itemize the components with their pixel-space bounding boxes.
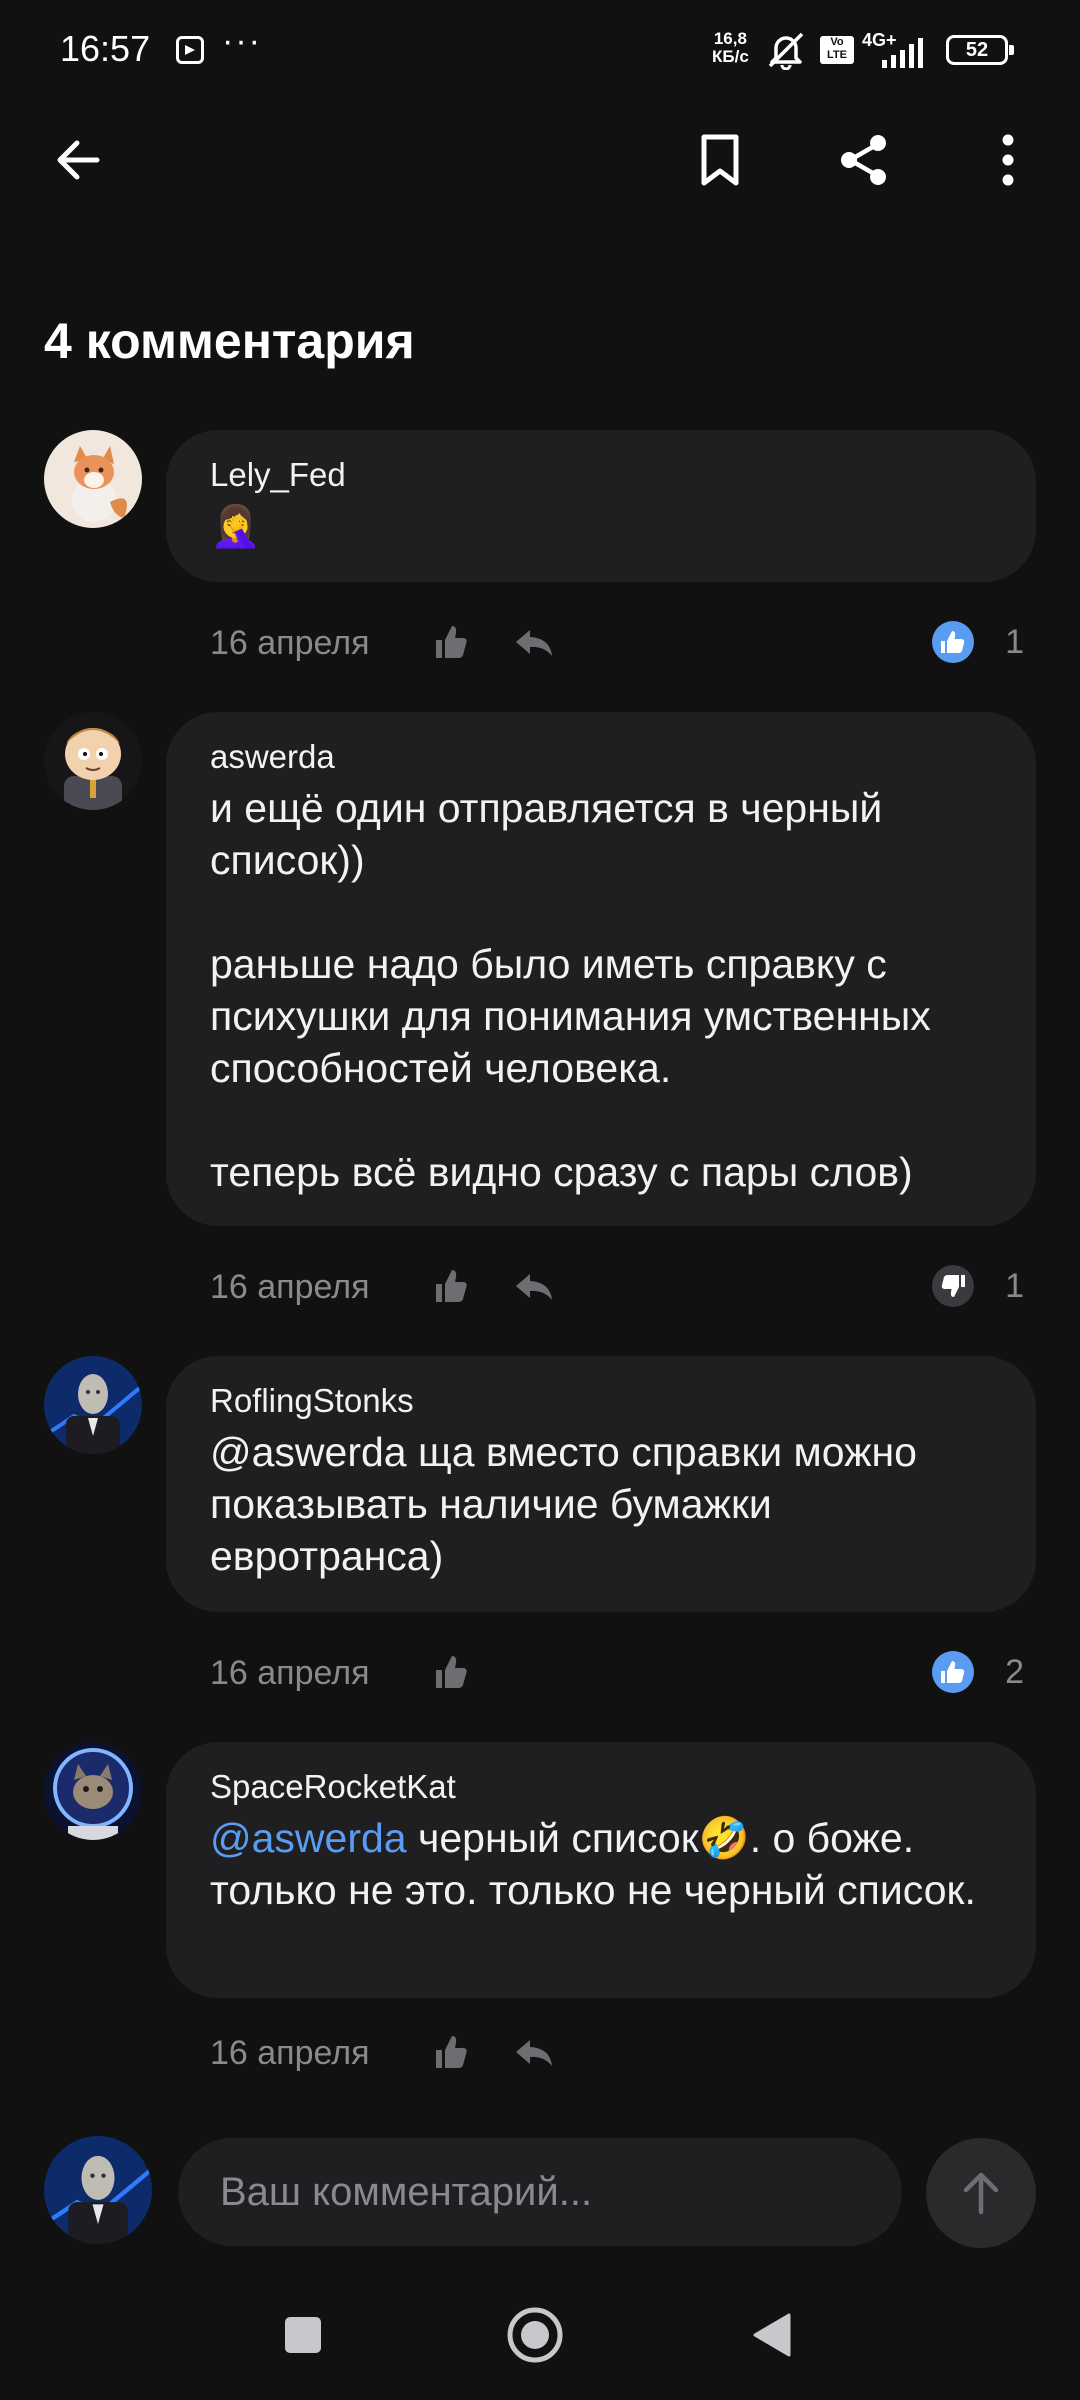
comment-composer [0, 2130, 1080, 2260]
reply-icon[interactable] [512, 620, 556, 664]
triangle-back-icon [753, 2313, 791, 2357]
comment-author[interactable]: RoflingStonks [210, 1382, 992, 1420]
home-circle-icon [507, 2307, 563, 2363]
telegram-notification-icon [176, 36, 204, 64]
bookmark-button[interactable] [690, 130, 750, 190]
recents-button[interactable] [268, 2300, 338, 2370]
home-button[interactable] [500, 2300, 570, 2370]
avatar [44, 2136, 152, 2244]
more-options-button[interactable] [978, 130, 1038, 190]
comment-text: и ещё один отправляется в черный список)… [210, 785, 931, 1195]
dislike-filled-icon [932, 1265, 975, 1307]
cartoon-avatar-image [44, 712, 142, 810]
like-button[interactable] [428, 2030, 472, 2074]
volte-icon: Vo LTE [820, 36, 854, 64]
comment-bubble: Lely_Fed 🤦‍♀️ [166, 430, 1036, 582]
comment-meta: 16 апреля 1 [210, 1256, 1024, 1316]
back-nav-button[interactable] [736, 2300, 806, 2370]
comment-score: 1 [931, 620, 1024, 664]
top-app-bar [0, 110, 1080, 210]
status-bar: 16:57 ··· 16,8 КБ/с Vo LTE 4G+ 52 [0, 0, 1080, 100]
comment-meta: 16 апреля 2 [210, 1642, 1024, 1702]
avatar[interactable] [44, 430, 142, 528]
comment-author[interactable]: aswerda [210, 738, 992, 776]
stonks-avatar-image [44, 1356, 142, 1454]
comment-author[interactable]: Lely_Fed [210, 456, 992, 494]
share-icon [841, 135, 886, 185]
comment-date: 16 апреля [210, 2034, 370, 2072]
arrow-left-icon [57, 140, 100, 180]
like-filled-icon [932, 621, 975, 663]
send-button[interactable] [926, 2138, 1036, 2248]
comment-date: 16 апреля [210, 1654, 370, 1692]
comment-date: 16 апреля [210, 624, 370, 662]
network-speed: 16,8 КБ/с [712, 29, 749, 66]
like-filled-icon [932, 1651, 975, 1693]
bell-muted-icon [768, 32, 804, 70]
comment-bubble: SpaceRocketKat @aswerda черный список🤣. … [166, 1742, 1036, 1998]
user-avatar-image [44, 2136, 152, 2244]
status-time: 16:57 [60, 28, 151, 69]
comment-input[interactable] [178, 2138, 902, 2246]
back-button[interactable] [48, 130, 108, 190]
share-button[interactable] [834, 130, 894, 190]
arrow-up-icon [963, 2172, 999, 2215]
signal-bars-icon [882, 38, 923, 68]
space-cat-avatar-image [44, 1742, 142, 1840]
avatar[interactable] [44, 1742, 142, 1840]
like-button[interactable] [428, 1264, 472, 1308]
square-icon [285, 2317, 321, 2353]
score-value: 2 [1005, 1652, 1024, 1691]
bookmark-icon [701, 134, 739, 186]
comments-count-heading: 4 комментария [44, 313, 415, 369]
comment-score: 1 [931, 1264, 1024, 1308]
like-button[interactable] [428, 620, 472, 664]
fox-avatar-image [44, 430, 142, 528]
score-value: 1 [1005, 1266, 1024, 1305]
comment-text: @aswerda ща вместо справки можно показыв… [210, 1429, 917, 1579]
like-button[interactable] [428, 1650, 472, 1694]
mention-link[interactable]: @aswerda [210, 1815, 407, 1861]
battery-icon: 52 [946, 35, 1014, 65]
comment-meta: 16 апреля [210, 2022, 1010, 2082]
comment-score: 2 [931, 1650, 1024, 1694]
reply-icon[interactable] [512, 2030, 556, 2074]
more-vertical-icon [1002, 134, 1014, 186]
avatar[interactable] [44, 712, 142, 810]
comment-bubble: RoflingStonks @aswerda ща вместо справки… [166, 1356, 1036, 1612]
system-navigation-bar [0, 2280, 1080, 2400]
comment-meta: 16 апреля 1 [210, 612, 1024, 672]
more-notifications-icon: ··· [222, 22, 262, 60]
comment-bubble: aswerda и ещё один отправляется в черный… [166, 712, 1036, 1226]
comment-date: 16 апреля [210, 1268, 370, 1306]
avatar[interactable] [44, 1356, 142, 1454]
reply-icon[interactable] [512, 1264, 556, 1308]
comment-text: @aswerda черный список🤣. о боже. только … [210, 1812, 992, 1916]
comment-author[interactable]: SpaceRocketKat [210, 1768, 992, 1806]
score-value: 1 [1005, 622, 1024, 661]
comment-text: 🤦‍♀️ [210, 503, 262, 549]
